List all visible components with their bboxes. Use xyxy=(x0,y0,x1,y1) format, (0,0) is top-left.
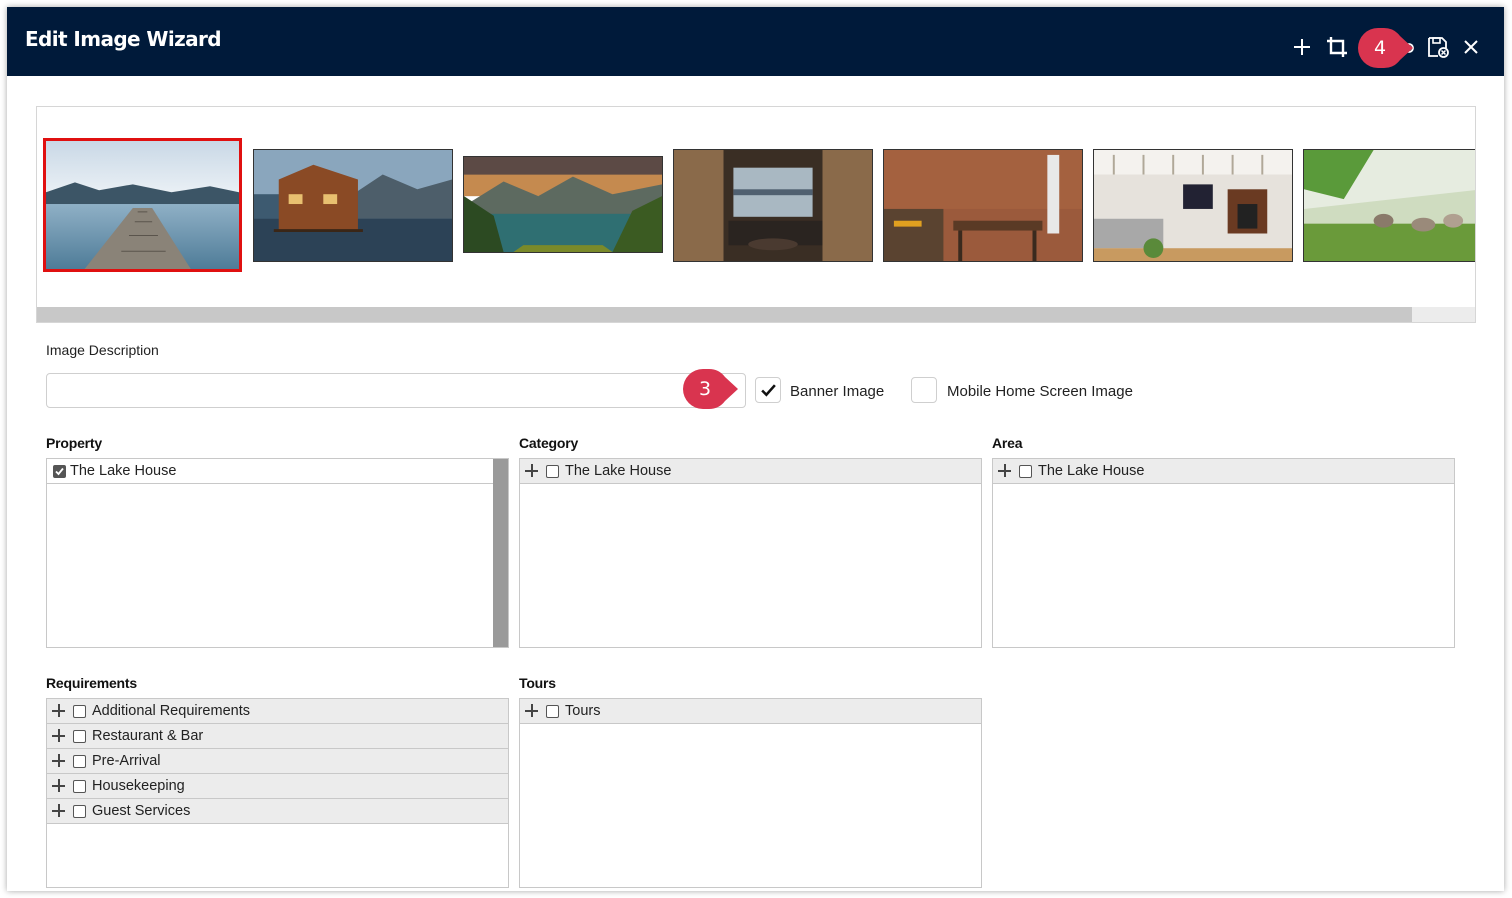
dialog-title: Edit Image Wizard xyxy=(25,27,222,51)
step-3-number: 3 xyxy=(698,378,712,400)
requirement-label: Restaurant & Bar xyxy=(92,728,204,744)
thumbnail-geese-meadow[interactable] xyxy=(1303,149,1475,262)
category-heading: Category xyxy=(519,435,579,451)
thumbnail-mountain-lake-sunset[interactable] xyxy=(463,156,663,253)
tree-row: Guest Services xyxy=(47,799,508,824)
mobile-home-screen-label: Mobile Home Screen Image xyxy=(947,383,1133,400)
expand-plus-icon[interactable] xyxy=(52,729,66,743)
property-tree: The Lake House xyxy=(46,458,509,648)
tree-row: Tours xyxy=(520,699,981,724)
property-scrollbar[interactable] xyxy=(493,459,508,647)
tours-tree: Tours xyxy=(519,698,982,888)
expand-plus-icon[interactable] xyxy=(52,804,66,818)
tree-row: The Lake House xyxy=(520,459,981,484)
requirement-checkbox[interactable] xyxy=(73,730,86,743)
expand-plus-icon[interactable] xyxy=(52,754,66,768)
requirement-label: Housekeeping xyxy=(92,778,185,794)
tour-checkbox[interactable] xyxy=(546,705,559,718)
expand-plus-icon[interactable] xyxy=(52,779,66,793)
step-3-callout: 3 xyxy=(682,368,740,410)
crop-icon[interactable] xyxy=(1325,35,1349,59)
requirement-checkbox[interactable] xyxy=(73,805,86,818)
thumbnail-brick-kitchen[interactable] xyxy=(883,149,1083,262)
thumbnail-bright-living-room[interactable] xyxy=(1093,149,1293,262)
requirement-label: Pre-Arrival xyxy=(92,753,161,769)
category-tree: The Lake House xyxy=(519,458,982,648)
requirement-checkbox[interactable] xyxy=(73,755,86,768)
tree-row: The Lake House xyxy=(47,459,494,484)
banner-image-label: Banner Image xyxy=(790,383,885,400)
plus-icon[interactable] xyxy=(1290,35,1314,59)
expand-plus-icon[interactable] xyxy=(525,464,539,478)
category-item-checkbox[interactable] xyxy=(546,465,559,478)
area-heading: Area xyxy=(992,435,1023,451)
requirement-label: Guest Services xyxy=(92,803,191,819)
area-item-checkbox[interactable] xyxy=(1019,465,1032,478)
requirements-tree: Additional Requirements Restaurant & Bar… xyxy=(46,698,509,888)
title-bar: Edit Image Wizard 4 xyxy=(7,7,1504,76)
tours-heading: Tours xyxy=(519,675,556,691)
requirements-heading: Requirements xyxy=(46,675,137,691)
expand-plus-icon[interactable] xyxy=(52,704,66,718)
property-item-checkbox[interactable] xyxy=(53,465,66,478)
property-item-label: The Lake House xyxy=(70,463,177,479)
category-item-label: The Lake House xyxy=(565,463,672,479)
tree-row: Housekeeping xyxy=(47,774,508,799)
tree-row: Additional Requirements xyxy=(47,699,508,724)
tree-row: Restaurant & Bar xyxy=(47,724,508,749)
image-description-input[interactable] xyxy=(46,373,746,408)
save-settings-icon[interactable] xyxy=(1426,35,1450,59)
expand-plus-icon[interactable] xyxy=(998,464,1012,478)
requirement-checkbox[interactable] xyxy=(73,780,86,793)
image-gallery xyxy=(36,106,1476,323)
thumbnail-boathouse[interactable] xyxy=(253,149,453,262)
area-tree: The Lake House xyxy=(992,458,1455,648)
requirement-checkbox[interactable] xyxy=(73,705,86,718)
gallery-scrollbar-thumb[interactable] xyxy=(37,307,1412,322)
area-item-label: The Lake House xyxy=(1038,463,1145,479)
step-4-number: 4 xyxy=(1373,37,1387,59)
close-icon[interactable] xyxy=(1459,35,1483,59)
requirement-label: Additional Requirements xyxy=(92,703,250,719)
mobile-home-screen-checkbox[interactable] xyxy=(911,377,937,403)
tree-row: The Lake House xyxy=(993,459,1454,484)
gallery-scrollbar[interactable] xyxy=(37,307,1475,322)
property-heading: Property xyxy=(46,435,102,451)
banner-image-checkbox[interactable] xyxy=(755,377,781,403)
image-description-label: Image Description xyxy=(46,342,159,358)
step-4-callout: 4 xyxy=(1357,27,1415,69)
expand-plus-icon[interactable] xyxy=(525,704,539,718)
tour-label: Tours xyxy=(565,703,601,719)
thumbnail-dock-lake[interactable] xyxy=(43,138,242,272)
thumbnail-living-room-window[interactable] xyxy=(673,149,873,262)
edit-image-wizard-dialog: Edit Image Wizard 4 Image Description 3 … xyxy=(7,7,1504,891)
tree-row: Pre-Arrival xyxy=(47,749,508,774)
